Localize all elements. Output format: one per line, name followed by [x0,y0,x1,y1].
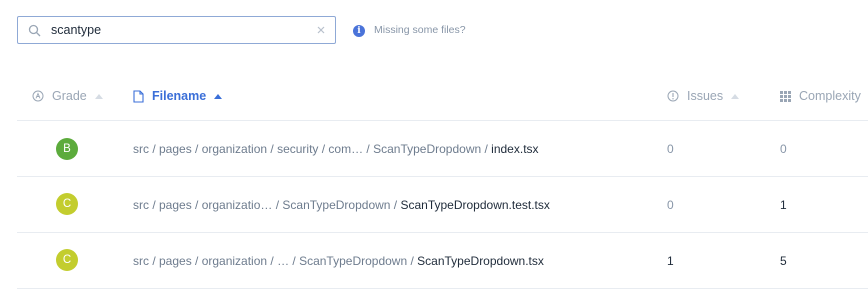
grade-header-label: Grade [52,89,87,103]
issues-icon [667,90,679,102]
complexity-header-label: Complexity [799,89,861,103]
issues-count: 1 [667,254,674,268]
table-row[interactable]: C src / pages / organizatio… / ScanTypeD… [0,177,868,233]
file-name: ScanTypeDropdown.test.tsx [400,198,550,212]
file-path[interactable]: src / pages / organizatio… / ScanTypeDro… [133,198,550,212]
file-path[interactable]: src / pages / organization / … / ScanTyp… [133,254,544,268]
complexity-icon [780,90,791,102]
info-icon: i [353,25,365,37]
file-path[interactable]: src / pages / organization / security / … [133,142,539,156]
grade-badge: B [56,138,78,160]
search-box[interactable] [17,16,336,44]
path-prefix: src / pages / organization / security / … [133,142,492,156]
table-row[interactable]: B src / pages / organization / security … [0,121,868,177]
grade-badge: C [56,193,78,215]
grade-icon [32,90,44,102]
column-header-grade[interactable]: Grade [32,89,103,103]
complexity-value: 5 [780,254,787,268]
complexity-value: 0 [780,142,787,156]
file-name: index.tsx [491,142,539,156]
sort-asc-icon [214,93,223,99]
filename-header-label: Filename [152,89,207,103]
file-icon [133,89,144,103]
column-header-complexity[interactable]: Complexity [780,89,861,103]
complexity-value: 1 [780,198,787,212]
missing-files-link[interactable]: Missing some files? [374,24,466,36]
search-input[interactable] [51,20,311,40]
sort-asc-icon [731,93,740,99]
clear-icon[interactable] [315,24,327,36]
divider [17,288,868,289]
sort-asc-icon [94,93,103,99]
path-prefix: src / pages / organization / … / ScanTyp… [133,254,418,268]
issues-header-label: Issues [687,89,724,103]
table-row[interactable]: C src / pages / organization / … / ScanT… [0,233,868,289]
column-header-filename[interactable]: Filename [133,89,223,103]
issues-count: 0 [667,198,674,212]
search-icon [28,24,41,37]
file-name: ScanTypeDropdown.tsx [417,254,544,268]
issues-count: 0 [667,142,674,156]
path-prefix: src / pages / organizatio… / ScanTypeDro… [133,198,401,212]
grade-badge: C [56,249,78,271]
column-header-issues[interactable]: Issues [667,89,740,103]
